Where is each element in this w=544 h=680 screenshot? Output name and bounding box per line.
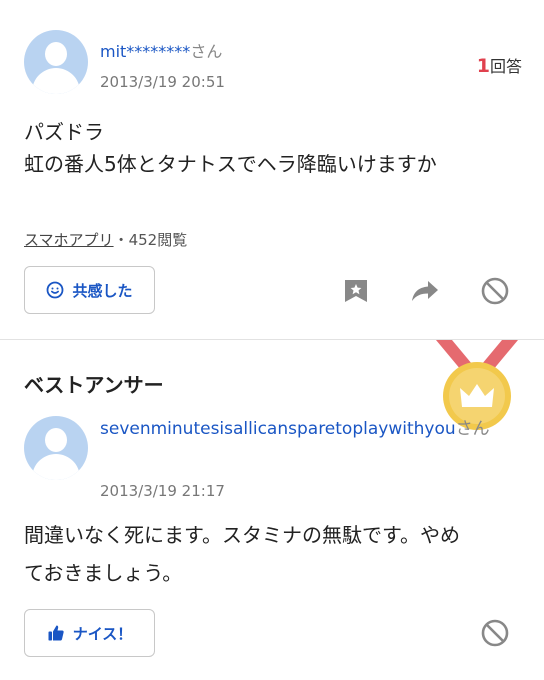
answer-line: 間違いなく死にます。スタミナの無駄です。やめ [24, 523, 460, 547]
answer-text: 間違いなく死にます。スタミナの無駄です。やめ ておきましょう。 [24, 516, 524, 592]
nice-label: ナイス！ [72, 624, 133, 643]
answerer-name[interactable]: sevenminutesisallicansparetoplaywithyouさ… [100, 415, 520, 443]
answer-date: 2013/3/19 21:17 [100, 482, 225, 500]
smile-icon [47, 281, 64, 299]
question-date: 2013/3/19 20:51 [100, 73, 225, 91]
question-line: 虹の番人5体とタナトスでヘラ降臨いけますか [24, 152, 437, 176]
answer-line: ておきましょう。 [24, 561, 183, 585]
block-icon[interactable] [481, 619, 509, 647]
question-text: パズドラ 虹の番人5体とタナトスでヘラ降臨いけますか [24, 116, 437, 180]
questioner-avatar[interactable] [24, 30, 88, 94]
answerer-avatar[interactable] [24, 416, 88, 480]
view-count: ・452閲覧 [113, 231, 188, 249]
share-icon[interactable] [410, 278, 440, 304]
category-link[interactable]: スマホアプリ [24, 231, 114, 249]
best-answer-heading: ベストアンサー [24, 373, 164, 397]
thumbs-up-icon [48, 625, 64, 641]
block-icon[interactable] [481, 277, 509, 305]
nice-button[interactable]: ナイス！ [24, 609, 155, 657]
questioner-name[interactable]: mit********さん [100, 38, 222, 62]
answer-count: 1回答 [476, 55, 522, 77]
question-line: パズドラ [24, 120, 104, 144]
bookmark-icon[interactable] [343, 278, 369, 304]
empathy-label: 共感した [72, 281, 133, 300]
empathy-button[interactable]: 共感した [24, 266, 155, 314]
question-meta: スマホアプリ・452閲覧 [24, 229, 187, 250]
